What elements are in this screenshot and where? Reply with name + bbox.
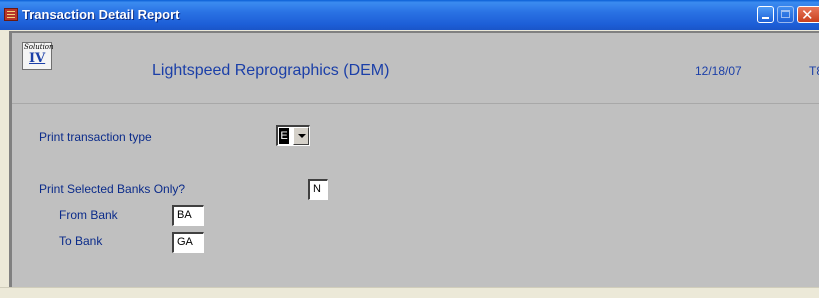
app-table-icon[interactable] [4,8,18,21]
to-bank-label: To Bank [59,234,103,248]
transaction-type-value: E [279,128,289,144]
close-icon: ✕ [801,6,814,24]
company-name: Lightspeed Reprographics (DEM) [152,62,390,79]
dropdown-button[interactable] [293,127,309,145]
maximize-icon [781,10,790,18]
minimize-icon [762,17,769,19]
selected-banks-label: Print Selected Banks Only? [39,182,186,196]
logo-top-text: Solution [24,43,54,51]
maximize-button[interactable] [777,6,794,23]
bottom-strip [0,287,819,298]
transaction-type-select[interactable]: E [276,125,310,146]
from-bank-field[interactable]: BA [172,205,204,226]
chevron-down-icon [298,134,306,138]
transaction-type-label: Print transaction type [39,130,152,144]
report-form-panel: Solution IV Lightspeed Reprographics (DE… [9,31,819,287]
header-user: T8 [809,64,819,78]
minimize-button[interactable] [757,6,774,23]
window-title: Transaction Detail Report [22,7,180,22]
to-bank-field[interactable]: GA [172,232,204,253]
selected-banks-field[interactable]: N [308,179,328,200]
title-bar[interactable]: Transaction Detail Report ✕ [0,0,819,30]
from-bank-label: From Bank [59,208,118,222]
close-button[interactable]: ✕ [797,6,819,24]
logo-main-text: IV [29,51,46,66]
header-date: 12/18/07 [695,64,742,78]
solution-iv-logo: Solution IV [22,42,54,70]
header-band: Solution IV Lightspeed Reprographics (DE… [12,33,819,104]
